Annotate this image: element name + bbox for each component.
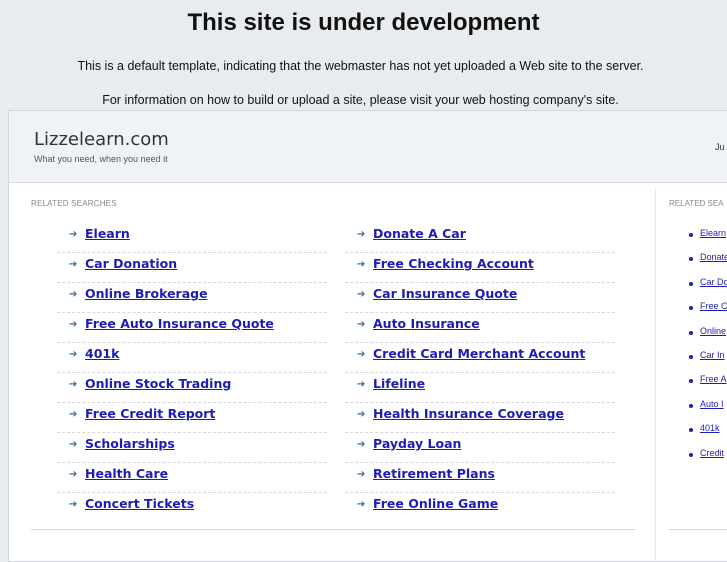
link-row: ➔ Lifeline: [345, 373, 615, 403]
arrow-right-icon: ➔: [69, 229, 78, 240]
related-search-link[interactable]: Donate A Car: [373, 226, 466, 241]
divider: [31, 529, 635, 530]
header-date: Ju: [715, 142, 725, 152]
related-search-link[interactable]: Free Online Game: [373, 496, 498, 511]
arrow-right-icon: ➔: [357, 379, 366, 390]
link-row: ➔ Payday Loan: [345, 433, 615, 463]
arrow-right-icon: ➔: [69, 379, 78, 390]
link-row: ➔ Free Checking Account: [345, 253, 615, 283]
related-search-link[interactable]: Online Stock Trading: [85, 376, 231, 391]
link-row: ➔ Health Insurance Coverage: [345, 403, 615, 433]
link-row: ➔ Concert Tickets: [57, 493, 327, 522]
sidebar-title: RELATED SEA: [669, 199, 724, 208]
arrow-right-icon: ➔: [357, 439, 366, 450]
sidebar-search-link[interactable]: Credit: [700, 448, 724, 458]
related-search-link[interactable]: Health Insurance Coverage: [373, 406, 564, 421]
arrow-right-icon: ➔: [69, 439, 78, 450]
arrow-right-icon: ➔: [357, 409, 366, 420]
related-search-link[interactable]: Retirement Plans: [373, 466, 495, 481]
bullet-icon: [689, 403, 693, 408]
link-row: ➔ Free Online Game: [345, 493, 615, 522]
related-searches-panel: RELATED SEARCHES ➔ Elearn ➔ Car Donation ➔ On…: [9, 189, 656, 561]
notice-line-1: This is a default template, indicating t…: [77, 59, 644, 73]
link-row: ➔ Donate A Car: [345, 223, 615, 253]
related-search-link[interactable]: Credit Card Merchant Account: [373, 346, 585, 361]
arrow-right-icon: ➔: [69, 469, 78, 480]
bullet-icon: [689, 354, 693, 359]
link-row: ➔ Health Care: [57, 463, 327, 493]
notice-line-2: For information on how to build or uploa…: [102, 93, 619, 107]
sidebar-related-searches: RELATED SEA Elearn Donate Car Do Free C Onli…: [661, 189, 727, 561]
related-search-link[interactable]: Elearn: [85, 226, 130, 241]
bullet-icon: [689, 452, 693, 457]
sidebar-search-link[interactable]: Free C: [700, 301, 727, 311]
related-search-link[interactable]: Car Insurance Quote: [373, 286, 517, 301]
link-row: ➔ Auto Insurance: [345, 313, 615, 343]
arrow-right-icon: ➔: [69, 409, 78, 420]
sidebar-search-link[interactable]: Elearn: [700, 228, 726, 238]
bullet-icon: [689, 257, 693, 262]
related-search-link[interactable]: Free Checking Account: [373, 256, 534, 271]
related-searches-right-column: ➔ Donate A Car ➔ Free Checking Account ➔ Car …: [345, 223, 615, 522]
related-search-link[interactable]: Car Donation: [85, 256, 177, 271]
sidebar-search-link[interactable]: Auto I: [700, 399, 724, 409]
sidebar-search-link[interactable]: Donate: [700, 252, 727, 262]
related-search-link[interactable]: Free Auto Insurance Quote: [85, 316, 274, 331]
bullet-icon: [689, 306, 693, 311]
related-searches-title: RELATED SEARCHES: [31, 199, 117, 208]
page-title: This site is under development: [187, 9, 540, 36]
related-search-link[interactable]: Auto Insurance: [373, 316, 480, 331]
divider: [669, 529, 727, 530]
arrow-right-icon: ➔: [69, 499, 78, 510]
arrow-right-icon: ➔: [357, 289, 366, 300]
arrow-right-icon: ➔: [357, 499, 366, 510]
link-row: ➔ Free Auto Insurance Quote: [57, 313, 327, 343]
related-search-link[interactable]: Online Brokerage: [85, 286, 208, 301]
arrow-right-icon: ➔: [357, 259, 366, 270]
related-search-link[interactable]: Concert Tickets: [85, 496, 194, 511]
link-row: ➔ Credit Card Merchant Account: [345, 343, 615, 373]
link-row: ➔ 401k: [57, 343, 327, 373]
link-row: ➔ Scholarships: [57, 433, 327, 463]
related-searches-left-column: ➔ Elearn ➔ Car Donation ➔ Online Brokerage ➔ Fr…: [57, 223, 327, 522]
link-row: ➔ Online Brokerage: [57, 283, 327, 313]
parked-page-frame: Lizzelearn.com What you need, when you n…: [8, 110, 727, 562]
site-header: Lizzelearn.com What you need, when you n…: [9, 111, 727, 183]
related-search-link[interactable]: 401k: [85, 346, 119, 361]
bullet-icon: [689, 428, 693, 433]
bullet-icon: [689, 233, 693, 237]
related-search-link[interactable]: Health Care: [85, 466, 168, 481]
sidebar-search-link[interactable]: 401k: [700, 423, 720, 433]
related-search-link[interactable]: Lifeline: [373, 376, 425, 391]
arrow-right-icon: ➔: [69, 289, 78, 300]
link-row: ➔ Car Insurance Quote: [345, 283, 615, 313]
arrow-right-icon: ➔: [69, 349, 78, 360]
bullet-icon: [689, 281, 693, 286]
link-row: ➔ Car Donation: [57, 253, 327, 283]
link-row: ➔ Free Credit Report: [57, 403, 327, 433]
arrow-right-icon: ➔: [357, 349, 366, 360]
sidebar-search-link[interactable]: Online: [700, 326, 726, 336]
related-search-link[interactable]: Scholarships: [85, 436, 175, 451]
related-search-link[interactable]: Free Credit Report: [85, 406, 215, 421]
link-row: ➔ Online Stock Trading: [57, 373, 327, 403]
sidebar-search-link[interactable]: Car In: [700, 350, 725, 360]
link-row: ➔ Elearn: [57, 223, 327, 253]
bullet-icon: [689, 379, 693, 384]
arrow-right-icon: ➔: [357, 229, 366, 240]
link-row: ➔ Retirement Plans: [345, 463, 615, 493]
arrow-right-icon: ➔: [69, 259, 78, 270]
bullet-icon: [689, 330, 693, 335]
arrow-right-icon: ➔: [357, 469, 366, 480]
arrow-right-icon: ➔: [69, 319, 78, 330]
related-search-link[interactable]: Payday Loan: [373, 436, 461, 451]
sidebar-search-link[interactable]: Car Do: [700, 277, 727, 287]
arrow-right-icon: ➔: [357, 319, 366, 330]
site-tagline: What you need, when you need it: [34, 154, 168, 164]
site-name[interactable]: Lizzelearn.com: [34, 129, 169, 150]
sidebar-search-link[interactable]: Free A: [700, 374, 727, 384]
